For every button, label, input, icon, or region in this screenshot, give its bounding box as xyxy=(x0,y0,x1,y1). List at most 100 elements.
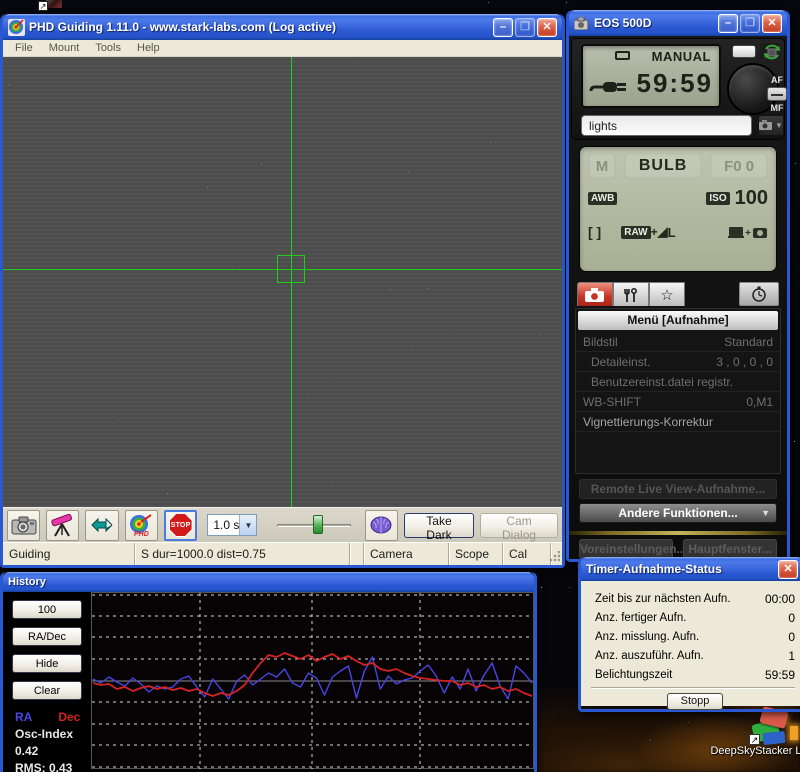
guide-camera-image[interactable] xyxy=(3,57,562,507)
stop-button[interactable]: STOP xyxy=(164,510,197,541)
slider-thumb[interactable] xyxy=(313,515,323,534)
phd-titlebar[interactable]: PHD Guiding 1.11.0 - www.stark-labs.com … xyxy=(3,14,562,40)
deepskystacker-label[interactable]: DeepSkyStacker L xyxy=(706,745,800,757)
jpeg-quality-label: L xyxy=(668,225,676,240)
advanced-settings-button[interactable] xyxy=(365,510,398,541)
timer-row-value: 1 xyxy=(788,649,795,663)
status-segment-guiding: Guiding xyxy=(3,543,135,565)
capture-folder-button[interactable]: ▼ xyxy=(758,115,784,136)
timer-titlebar[interactable]: Timer-Aufnahme-Status ✕ xyxy=(581,557,800,581)
timer-row-label: Zeit bis zur nächsten Aufn. xyxy=(595,593,731,605)
resize-grip[interactable] xyxy=(548,551,560,563)
tab-my-menu[interactable]: ☆ xyxy=(649,282,685,306)
eos-app-icon xyxy=(574,17,589,30)
stop-sign-icon: STOP xyxy=(169,513,193,537)
maximize-button[interactable]: ❒ xyxy=(740,14,760,33)
eos-menu-row[interactable]: WB-SHIFT 0,M1 xyxy=(576,392,780,412)
connect-mount-button[interactable] xyxy=(46,510,79,541)
exposure-duration-select[interactable]: 1.0 s ▼ xyxy=(207,514,257,536)
white-balance-badge[interactable]: AWB xyxy=(588,192,617,205)
exposure-time-display: 59:59 xyxy=(637,68,714,99)
partial-desktop-icon[interactable]: ↗ xyxy=(38,0,62,11)
take-dark-button[interactable]: Take Dark xyxy=(404,513,474,538)
phd-menu-tools[interactable]: Tools xyxy=(87,42,129,54)
chevron-down-icon: ▼ xyxy=(761,504,770,523)
aperture-value[interactable]: F0 0 xyxy=(710,153,768,179)
close-button[interactable]: ✕ xyxy=(762,14,782,33)
phd-menu-mount[interactable]: Mount xyxy=(41,42,88,54)
minimize-button[interactable]: – xyxy=(493,18,513,37)
close-button[interactable]: ✕ xyxy=(537,18,557,37)
eos-menu-row-label: Bildstil xyxy=(583,332,618,351)
history-window: History 100RA/DecHideClear RA Dec Osc-In… xyxy=(0,572,537,772)
eos-menu-row-label: WB-SHIFT xyxy=(583,392,641,411)
phd-menu-help[interactable]: Help xyxy=(129,42,168,54)
af-mf-switch[interactable] xyxy=(767,87,787,101)
battery-icon xyxy=(615,51,630,60)
history-titlebar[interactable]: History xyxy=(3,572,534,592)
phd-app-icon xyxy=(8,19,25,36)
history-button-ra-dec[interactable]: RA/Dec xyxy=(12,627,82,646)
tab-setup[interactable] xyxy=(613,282,649,306)
eos-menu-row-value: 0,M1 xyxy=(746,392,773,411)
cam-dialog-button: Cam Dialog xyxy=(480,513,558,538)
svg-text:+: + xyxy=(745,228,751,239)
loop-arrows-icon xyxy=(89,516,115,534)
shutter-release-button[interactable] xyxy=(732,45,756,58)
raw-quality-badge[interactable]: RAW xyxy=(621,226,650,239)
eos-menu-header: Menü [Aufnahme] xyxy=(578,311,778,330)
maximize-button[interactable]: ❒ xyxy=(515,18,535,37)
history-button-100[interactable]: 100 xyxy=(12,600,82,619)
eos-titlebar[interactable]: EOS 500D – ❒ ✕ xyxy=(569,10,787,36)
close-button[interactable]: ✕ xyxy=(778,560,798,579)
connect-camera-button[interactable] xyxy=(7,510,40,541)
eos-tab-bar: ☆ xyxy=(577,280,779,306)
status-segment-cal: Cal xyxy=(503,543,551,565)
minimize-button[interactable]: – xyxy=(718,14,738,33)
eos-menu-row[interactable]: Benutzereinst.datei registr. xyxy=(576,372,780,392)
timer-body: Zeit bis zur nächsten Aufn.00:00Anz. fer… xyxy=(581,581,800,706)
ra-legend-label: RA xyxy=(15,710,32,724)
timer-row-value: 59:59 xyxy=(765,668,795,682)
timer-status-row: Anz. fertiger Aufn.0 xyxy=(595,608,795,627)
brain-icon xyxy=(369,515,393,535)
eos-menu-panel: Menü [Aufnahme] BildstilStandardDetailei… xyxy=(575,308,781,474)
history-chart xyxy=(92,593,533,769)
eos-menu-row[interactable]: BildstilStandard xyxy=(576,332,780,352)
eos-menu-row-value: 3 , 0 , 0 , 0 xyxy=(716,352,773,371)
phd-menubar: FileMountToolsHelp xyxy=(3,40,562,57)
timer-status-row: Anz. misslung. Aufn.0 xyxy=(595,627,795,646)
stop-capture-button[interactable]: Stopp xyxy=(667,693,723,710)
iso-value[interactable]: 100 xyxy=(735,187,768,210)
eos-menu-row[interactable]: Detaileinst.3 , 0 , 0 , 0 xyxy=(576,352,780,372)
metering-frame-icon[interactable]: [ ] xyxy=(588,224,601,240)
phd-menu-file[interactable]: File xyxy=(7,42,41,54)
dss-blue-frame xyxy=(762,731,785,745)
tab-shooting[interactable] xyxy=(577,282,613,306)
mode-value[interactable]: M xyxy=(588,153,616,179)
target-name-input[interactable] xyxy=(581,115,752,136)
camera-lcd-display: MANUAL 59:59 xyxy=(581,44,721,108)
other-functions-button[interactable]: Andere Funktionen... ▼ xyxy=(579,503,777,523)
gamma-slider[interactable] xyxy=(277,513,350,537)
timer-button[interactable] xyxy=(739,282,779,306)
shutter-speed-value[interactable]: BULB xyxy=(624,153,702,179)
eos-menu-row[interactable]: Vignettierungs-Korrektur xyxy=(576,412,780,432)
timer-row-label: Belichtungszeit xyxy=(595,669,672,681)
telescope-icon xyxy=(50,513,76,537)
history-button-clear[interactable]: Clear xyxy=(12,681,82,700)
exposure-value: 1.0 s xyxy=(208,518,239,532)
status-segment-blank xyxy=(350,543,364,565)
history-button-hide[interactable]: Hide xyxy=(12,654,82,673)
phd-toolbar: PHD STOP 1.0 s ▼ Tak xyxy=(3,507,562,542)
loop-exposures-button[interactable] xyxy=(85,510,118,541)
phd-guide-button[interactable]: PHD xyxy=(125,510,158,541)
timer-row-label: Anz. misslung. Aufn. xyxy=(595,631,699,643)
timer-title: Timer-Aufnahme-Status xyxy=(586,562,778,576)
svg-text:PHD: PHD xyxy=(134,531,149,537)
dec-legend-label: Dec xyxy=(58,710,80,724)
preferences-button: Voreinstellungen... xyxy=(579,539,673,559)
timer-row-label: Anz. auszuführ. Aufn. xyxy=(595,650,704,662)
chevron-down-icon: ▼ xyxy=(775,121,783,130)
guiding-history-graph xyxy=(91,592,534,769)
